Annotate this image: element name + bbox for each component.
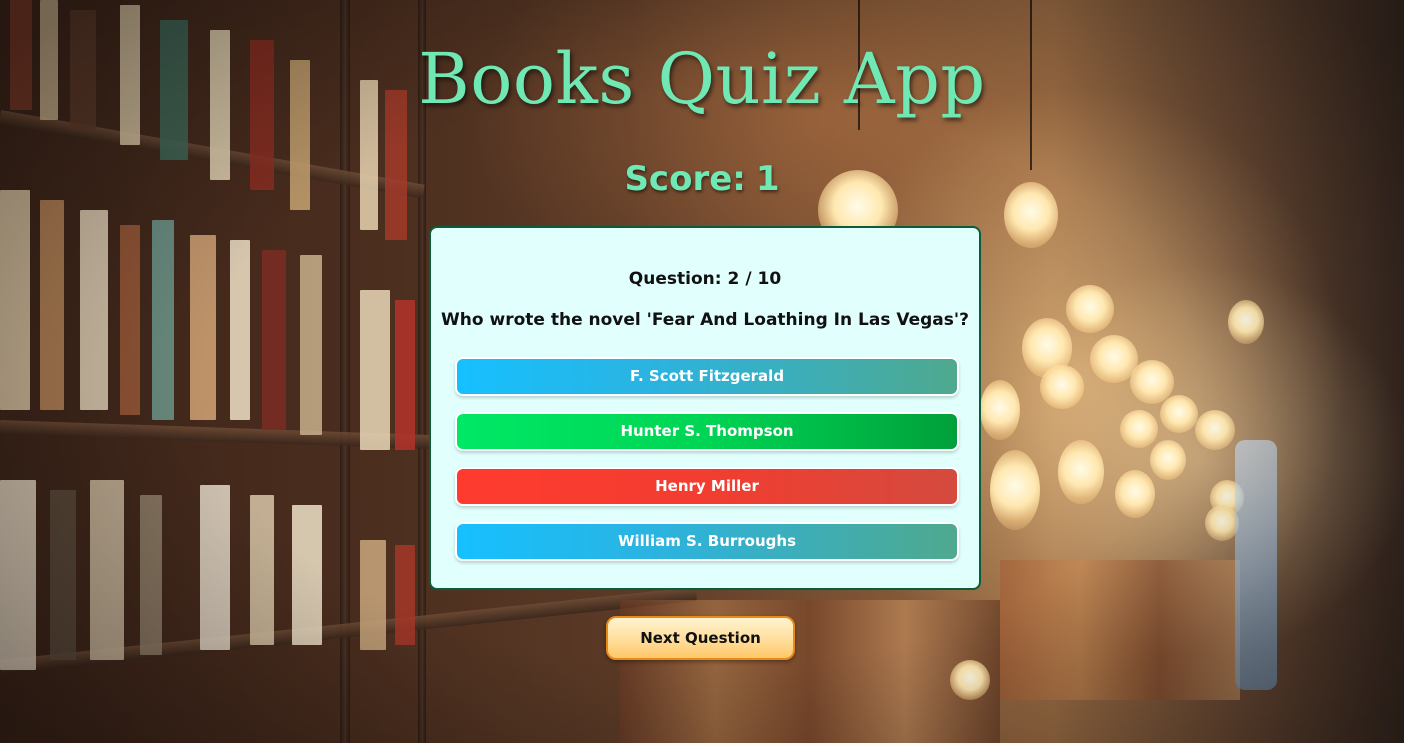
answer-button-4[interactable]: William S. Burroughs [455,522,959,561]
question-separator: / [745,269,752,289]
score-label: Score: [624,159,746,199]
answer-button-3[interactable]: Henry Miller [455,467,959,506]
app-title: Books Quiz App [418,38,986,120]
next-question-button[interactable]: Next Question [606,616,795,660]
quiz-card: Question: 2/10 Who wrote the novel 'Fear… [429,226,981,590]
answer-button-2[interactable]: Hunter S. Thompson [455,412,959,451]
question-current: 2 [727,269,740,289]
score-value: 1 [755,159,780,199]
answer-button-1[interactable]: F. Scott Fitzgerald [455,357,959,396]
question-total: 10 [757,269,782,289]
question-counter-label: Question: [628,269,722,289]
question-counter: Question: 2/10 [431,269,979,289]
score-display: Score: 1 [0,158,1404,200]
question-text: Who wrote the novel 'Fear And Loathing I… [441,310,969,330]
